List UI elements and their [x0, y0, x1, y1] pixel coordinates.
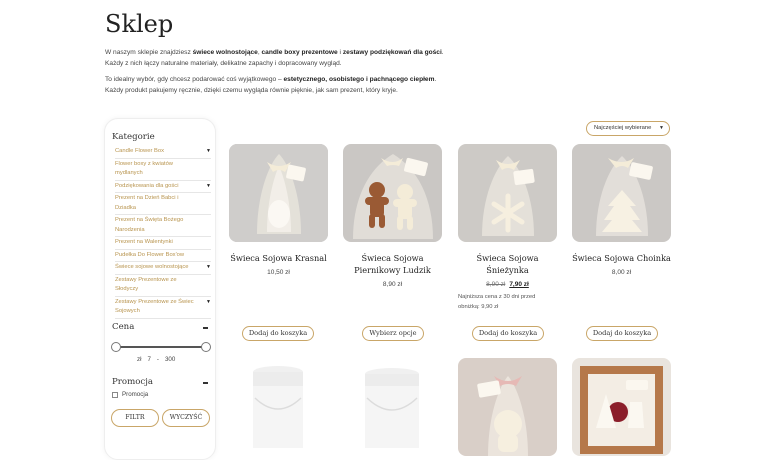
category-item[interactable]: Candle Flower Box ▼: [115, 147, 211, 159]
category-list: Candle Flower Box ▼ Flower boxy z kwiatów…: [115, 147, 211, 320]
category-item[interactable]: Pudełka Do Flower Box'ow: [115, 251, 211, 262]
category-item[interactable]: Zestawy Prezentowe ze Świec Sojowych ▼: [115, 298, 211, 319]
add-to-cart-button[interactable]: Dodaj do koszyka: [242, 326, 314, 341]
category-item[interactable]: Zestawy Prezentowe ze Słodyczy: [115, 276, 211, 297]
price-slider-track[interactable]: [116, 346, 206, 348]
sale-price: 7,90 zł: [509, 281, 529, 288]
collapse-promotion-icon[interactable]: [203, 382, 208, 384]
category-item[interactable]: Świece sojowe wolnostojące ▼: [115, 263, 211, 275]
page-title: Sklep: [105, 10, 174, 38]
product-price: 10,50 zł: [267, 269, 290, 276]
category-item[interactable]: Prezent na Walentynki: [115, 238, 211, 250]
expand-icon[interactable]: ▼: [206, 263, 211, 273]
expand-icon[interactable]: ▼: [206, 182, 211, 192]
price-heading: Cena: [112, 322, 135, 332]
collapse-price-icon[interactable]: [203, 327, 208, 329]
clear-button[interactable]: WYCZYŚĆ: [162, 409, 210, 427]
product-price: 8,90 zł: [382, 281, 403, 288]
product-name[interactable]: Świeca Sojowa Choinka: [572, 252, 671, 264]
category-item[interactable]: Prezent na Święta Bożego Narodzenia: [115, 216, 211, 237]
sort-select[interactable]: Najczęściej wybierane ▼: [586, 121, 670, 136]
product-name[interactable]: Świeca Sojowa Piernikowy Ludzik: [343, 252, 442, 276]
shop-intro: W naszym sklepie znajdziesz świece wolno…: [105, 49, 444, 94]
old-price: 8,90 zł: [486, 281, 506, 288]
product-image-sniezynka[interactable]: [458, 144, 557, 242]
product-image-white-box[interactable]: [229, 358, 328, 456]
choose-options-button[interactable]: Wybierz opcje: [362, 326, 424, 341]
add-to-cart-button[interactable]: Dodaj do koszyka: [586, 326, 658, 341]
category-item[interactable]: Podziękowania dla gości ▼: [115, 182, 211, 193]
product-image-candle-box[interactable]: [572, 358, 671, 456]
add-to-cart-button[interactable]: Dodaj do koszyka: [472, 326, 544, 341]
product-image-piernikowy-ludzik[interactable]: [343, 144, 442, 242]
product-image-krasnal[interactable]: [229, 144, 328, 242]
lowest-price-note: Najniższa cena z 30 dni przed obniżką: 9…: [458, 294, 536, 310]
filter-button[interactable]: FILTR: [111, 409, 159, 427]
filters-sidebar: Kategorie Candle Flower Box ▼ Flower boxy…: [104, 118, 216, 460]
price-range-readout: zł 7-300: [137, 356, 176, 363]
chevron-down-icon: ▼: [659, 125, 664, 131]
expand-icon[interactable]: ▼: [206, 298, 211, 308]
category-item[interactable]: Flower boxy z kwiatów mydlanych: [115, 160, 211, 181]
checkbox-icon[interactable]: [112, 391, 118, 398]
expand-icon[interactable]: ▼: [206, 147, 211, 157]
product-name[interactable]: Świeca Sojowa Krasnal: [229, 252, 328, 264]
product-image-candle[interactable]: [458, 358, 557, 456]
product-price: 8,90 zł 7,90 zł: [458, 281, 557, 288]
product-name[interactable]: Świeca Sojowa Śnieżynka: [458, 252, 557, 276]
price-min-handle[interactable]: [111, 342, 121, 352]
product-image-white-box[interactable]: [343, 358, 442, 456]
categories-heading: Kategorie: [112, 132, 155, 142]
product-price: 8,00 zł: [611, 269, 632, 276]
promotion-checkbox[interactable]: Promocja: [112, 391, 148, 398]
product-image-choinka[interactable]: [572, 144, 671, 242]
category-item[interactable]: Prezent na Dzień Babci i Dziadka: [115, 194, 211, 215]
price-max-handle[interactable]: [201, 342, 211, 352]
promotion-heading: Promocja: [112, 377, 153, 387]
